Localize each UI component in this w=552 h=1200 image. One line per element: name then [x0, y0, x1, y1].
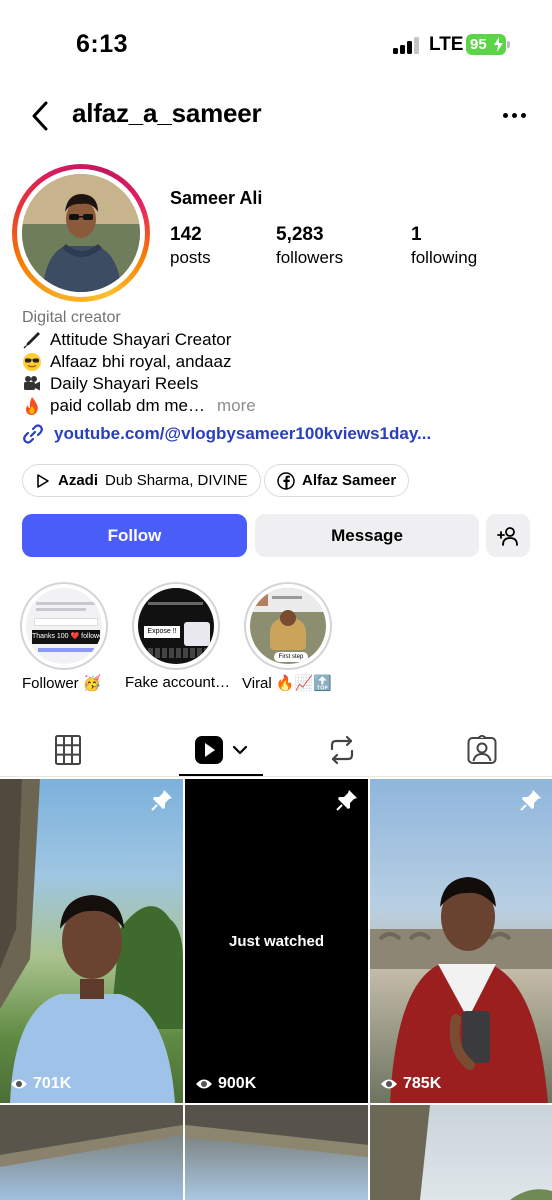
- reels-play-icon: [195, 736, 223, 764]
- facebook-name: Alfaz Sameer: [302, 472, 397, 489]
- sunglasses-emoji-icon: [23, 353, 41, 371]
- charging-bolt-icon: [494, 37, 503, 52]
- reel-tile[interactable]: [185, 1105, 368, 1200]
- video-camera-icon: [24, 376, 40, 391]
- repost-icon: [330, 735, 354, 765]
- highlight-fake-account[interactable]: Expose !! Fake account…: [125, 582, 230, 691]
- follow-button[interactable]: Follow: [22, 514, 247, 557]
- highlight-label: Fake account…: [125, 674, 231, 691]
- pin-icon: [520, 789, 542, 811]
- reel-tile[interactable]: 701K: [0, 779, 183, 1103]
- display-name: Sameer Ali: [170, 188, 263, 208]
- reel-tile[interactable]: [0, 1105, 183, 1200]
- reel-view-count: 900K: [195, 1075, 256, 1093]
- play-outline-icon: [37, 473, 49, 488]
- following-count: 1: [411, 224, 422, 245]
- battery-icon: 95: [466, 34, 510, 55]
- highlight-viral[interactable]: First step Viral 🔥📈🔝: [242, 582, 334, 692]
- highlight-cover: Expose !!: [138, 588, 214, 664]
- reel-view-count: 785K: [380, 1075, 441, 1093]
- posts-count: 142: [170, 224, 202, 245]
- bio-more-link[interactable]: more: [217, 396, 256, 416]
- reel-tile[interactable]: 785K: [370, 779, 552, 1103]
- eye-icon: [381, 1079, 397, 1089]
- tab-grid[interactable]: [32, 722, 104, 778]
- fire-emoji-icon: [26, 397, 38, 415]
- message-button[interactable]: Message: [255, 514, 479, 557]
- link-icon: [23, 424, 43, 444]
- music-artist: Dub Sharma, DIVINE: [105, 472, 248, 489]
- pen-icon: [23, 332, 40, 349]
- bio-line: Daily Shayari Reels: [22, 374, 198, 394]
- grid-icon: [55, 735, 81, 765]
- profile-avatar[interactable]: [12, 164, 150, 302]
- tabs-divider: [0, 776, 552, 777]
- stat-following[interactable]: 1 following: [411, 224, 477, 268]
- chevron-down-icon: [232, 745, 248, 755]
- dot-icon: [511, 112, 517, 118]
- dot-icon: [520, 112, 526, 118]
- battery-level: 95: [470, 36, 487, 53]
- bio-line: Alfaaz bhi royal, andaaz: [22, 352, 231, 372]
- music-title: Azadi: [58, 472, 99, 489]
- music-chip[interactable]: Azadi Dub Sharma, DIVINE: [22, 464, 261, 497]
- status-bar: 6:13 LTE 95: [0, 0, 552, 90]
- bio-line: Attitude Shayari Creator: [22, 330, 231, 350]
- bio-link[interactable]: youtube.com/@vlogbysameer100kviews1day..…: [22, 423, 431, 445]
- highlight-caption: First step: [274, 652, 308, 662]
- tab-reels[interactable]: [179, 722, 263, 778]
- tagged-person-icon: [467, 735, 497, 764]
- pin-icon: [151, 789, 173, 811]
- highlight-label: Viral 🔥📈🔝: [242, 675, 332, 692]
- profile-username: alfaz_a_sameer: [72, 98, 262, 128]
- add-user-icon: [497, 526, 518, 546]
- stat-posts[interactable]: 142 posts: [170, 224, 211, 268]
- tab-tagged[interactable]: [446, 722, 518, 778]
- highlight-cover: Thanks 100 ❤️ followers: [26, 588, 102, 664]
- signal-icon: [393, 37, 421, 54]
- followers-label: followers: [276, 248, 344, 267]
- back-button[interactable]: [22, 96, 58, 136]
- chevron-left-icon: [32, 101, 48, 131]
- reel-thumbnail: [185, 1105, 368, 1157]
- stat-followers[interactable]: 5,283 followers: [276, 224, 343, 268]
- profile-category: Digital creator: [22, 309, 121, 326]
- status-time: 6:13: [76, 30, 129, 58]
- avatar-photo: [22, 174, 140, 292]
- reel-thumbnail: [370, 1105, 552, 1200]
- facebook-chip[interactable]: Alfaz Sameer: [264, 464, 410, 497]
- reel-tile[interactable]: [370, 1105, 552, 1200]
- highlight-label: Follower 🥳: [22, 675, 102, 692]
- more-options-button[interactable]: [496, 100, 532, 130]
- bio-line: paid collab dm me… more: [22, 396, 256, 416]
- suggested-users-button[interactable]: [486, 514, 530, 557]
- reel-view-count: 701K: [10, 1075, 71, 1093]
- dot-icon: [502, 112, 508, 118]
- reel-tile[interactable]: Just watched 900K: [185, 779, 368, 1103]
- just-watched-label: Just watched: [228, 933, 325, 950]
- reel-thumbnail: [0, 1105, 183, 1167]
- pin-icon: [336, 789, 358, 811]
- highlight-follower[interactable]: Thanks 100 ❤️ followers Follower 🥳: [20, 582, 110, 692]
- eye-icon: [11, 1079, 27, 1089]
- following-label: following: [411, 248, 478, 267]
- reel-thumbnail: [370, 877, 552, 1103]
- reel-thumbnail: [0, 779, 183, 1103]
- network-type: LTE: [429, 34, 464, 55]
- posts-label: posts: [170, 248, 211, 267]
- highlight-caption: Thanks 100 ❤️ followers: [32, 630, 100, 644]
- highlight-cover: First step: [250, 588, 326, 664]
- highlight-caption: Expose !!: [144, 626, 180, 638]
- eye-icon: [196, 1079, 212, 1089]
- facebook-icon: [277, 471, 295, 490]
- tab-reposts[interactable]: [306, 722, 378, 778]
- bio-link-text: youtube.com/@vlogbysameer100kviews1day..…: [54, 424, 432, 443]
- followers-count: 5,283: [276, 224, 324, 245]
